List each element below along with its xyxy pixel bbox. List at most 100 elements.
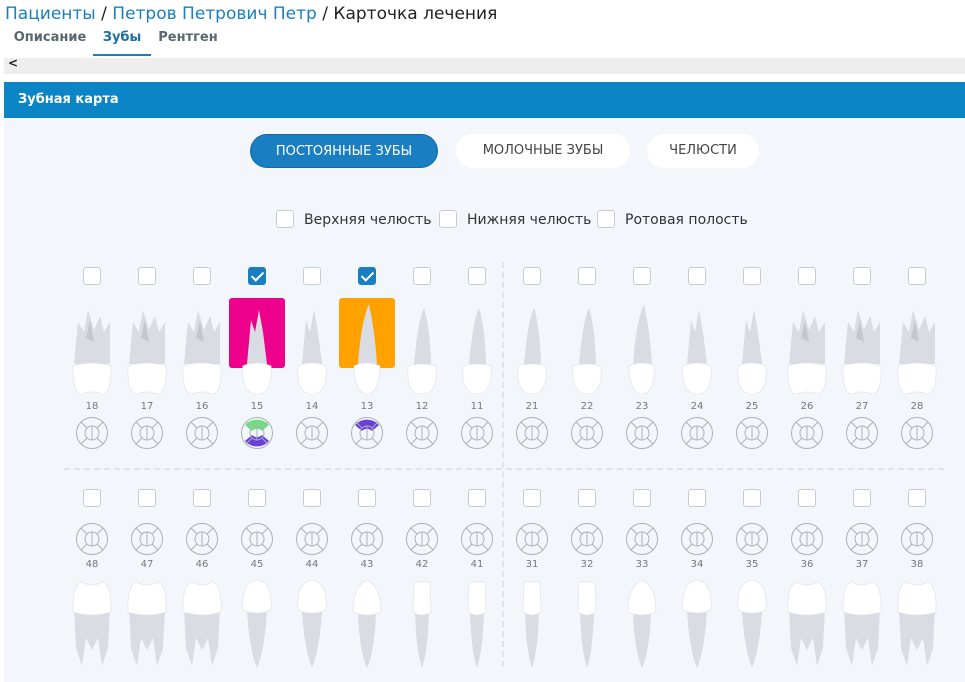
tooth-37-checkbox[interactable] <box>853 489 871 507</box>
tooth-12-surface-chart[interactable] <box>405 416 439 454</box>
tooth-37-surface-chart[interactable] <box>845 522 879 560</box>
tooth-33-checkbox[interactable] <box>633 489 651 507</box>
lower-jaw-checkbox[interactable] <box>439 210 457 228</box>
tooth-23-surface-chart[interactable] <box>625 416 659 454</box>
tooth-34[interactable] <box>675 578 719 674</box>
tooth-45[interactable] <box>235 578 279 674</box>
tooth-13[interactable] <box>345 302 389 398</box>
tooth-11-checkbox[interactable] <box>468 267 486 285</box>
tooth-14-checkbox[interactable] <box>303 267 321 285</box>
tooth-47-surface-chart[interactable] <box>130 522 164 560</box>
tooth-24-checkbox[interactable] <box>688 267 706 285</box>
tooth-26[interactable] <box>785 302 829 398</box>
tooth-41-checkbox[interactable] <box>468 489 486 507</box>
tooth-14[interactable] <box>290 302 334 398</box>
tooth-25[interactable] <box>730 302 774 398</box>
tooth-21[interactable] <box>510 302 554 398</box>
tooth-47-checkbox[interactable] <box>138 489 156 507</box>
tooth-24[interactable] <box>675 302 719 398</box>
tooth-38-surface-chart[interactable] <box>900 522 934 560</box>
tooth-28[interactable] <box>895 302 939 398</box>
upper-jaw-checkbox[interactable] <box>276 210 294 228</box>
tooth-34-surface-chart[interactable] <box>680 522 714 560</box>
tooth-46-checkbox[interactable] <box>193 489 211 507</box>
tooth-44[interactable] <box>290 578 334 674</box>
tooth-42-checkbox[interactable] <box>413 489 431 507</box>
tooth-37[interactable] <box>840 578 884 674</box>
tooth-16-surface-chart[interactable] <box>185 416 219 454</box>
permanent-teeth-button[interactable]: ПОСТОЯННЫЕ ЗУБЫ <box>250 134 438 168</box>
tooth-17[interactable] <box>125 302 169 398</box>
breadcrumb-patient-link[interactable]: Петров Петрович Петр <box>112 4 317 24</box>
tooth-47[interactable] <box>125 578 169 674</box>
tooth-17-checkbox[interactable] <box>138 267 156 285</box>
tooth-18-surface-chart[interactable] <box>75 416 109 454</box>
tooth-41[interactable] <box>455 578 499 674</box>
tooth-15[interactable] <box>235 302 279 398</box>
tooth-33-surface-chart[interactable] <box>625 522 659 560</box>
tooth-43-surface-chart[interactable] <box>350 522 384 560</box>
chevron-left-icon[interactable]: < <box>8 56 18 70</box>
tooth-36[interactable] <box>785 578 829 674</box>
tooth-42-surface-chart[interactable] <box>405 522 439 560</box>
tab-xray[interactable]: Рентген <box>154 26 222 56</box>
tooth-31-checkbox[interactable] <box>523 489 541 507</box>
tab-teeth[interactable]: Зубы <box>93 26 151 56</box>
tooth-32-checkbox[interactable] <box>578 489 596 507</box>
tooth-14-surface-chart[interactable] <box>295 416 329 454</box>
tooth-26-surface-chart[interactable] <box>790 416 824 454</box>
tooth-32-surface-chart[interactable] <box>570 522 604 560</box>
tooth-22-checkbox[interactable] <box>578 267 596 285</box>
tooth-15-checkbox[interactable] <box>248 267 266 285</box>
oral-cavity-option[interactable]: Ротовая полость <box>597 209 748 231</box>
primary-teeth-button[interactable]: МОЛОЧНЫЕ ЗУБЫ <box>456 134 630 168</box>
tooth-46-surface-chart[interactable] <box>185 522 219 560</box>
tooth-13-surface-chart[interactable] <box>350 416 384 454</box>
tooth-28-surface-chart[interactable] <box>900 416 934 454</box>
tooth-38-checkbox[interactable] <box>908 489 926 507</box>
tooth-48-checkbox[interactable] <box>83 489 101 507</box>
tooth-12[interactable] <box>400 302 444 398</box>
tooth-48[interactable] <box>70 578 114 674</box>
tooth-25-checkbox[interactable] <box>743 267 761 285</box>
tooth-42[interactable] <box>400 578 444 674</box>
tooth-32[interactable] <box>565 578 609 674</box>
horizontal-scroll-strip[interactable]: < <box>4 56 965 74</box>
tooth-22[interactable] <box>565 302 609 398</box>
tooth-21-surface-chart[interactable] <box>515 416 549 454</box>
tooth-18-checkbox[interactable] <box>83 267 101 285</box>
breadcrumb-patients-link[interactable]: Пациенты <box>5 4 96 24</box>
tooth-18[interactable] <box>70 302 114 398</box>
tooth-46[interactable] <box>180 578 224 674</box>
oral-cavity-checkbox[interactable] <box>597 210 615 228</box>
tooth-36-surface-chart[interactable] <box>790 522 824 560</box>
tooth-31-surface-chart[interactable] <box>515 522 549 560</box>
tooth-26-checkbox[interactable] <box>798 267 816 285</box>
tooth-15-surface-chart[interactable] <box>240 416 274 454</box>
tooth-44-checkbox[interactable] <box>303 489 321 507</box>
tooth-24-surface-chart[interactable] <box>680 416 714 454</box>
tooth-31[interactable] <box>510 578 554 674</box>
tooth-25-surface-chart[interactable] <box>735 416 769 454</box>
tooth-27-surface-chart[interactable] <box>845 416 879 454</box>
tooth-44-surface-chart[interactable] <box>295 522 329 560</box>
tooth-12-checkbox[interactable] <box>413 267 431 285</box>
tooth-13-checkbox[interactable] <box>358 267 376 285</box>
tooth-48-surface-chart[interactable] <box>75 522 109 560</box>
tooth-33[interactable] <box>620 578 664 674</box>
tooth-28-checkbox[interactable] <box>908 267 926 285</box>
tooth-45-surface-chart[interactable] <box>240 522 274 560</box>
upper-jaw-option[interactable]: Верхняя челюсть <box>276 209 432 231</box>
tooth-16[interactable] <box>180 302 224 398</box>
tooth-34-checkbox[interactable] <box>688 489 706 507</box>
jaws-button[interactable]: ЧЕЛЮСТИ <box>647 134 759 168</box>
tooth-11-surface-chart[interactable] <box>460 416 494 454</box>
tooth-43[interactable] <box>345 578 389 674</box>
tooth-41-surface-chart[interactable] <box>460 522 494 560</box>
lower-jaw-option[interactable]: Нижняя челюсть <box>439 209 591 231</box>
tooth-36-checkbox[interactable] <box>798 489 816 507</box>
tooth-23-checkbox[interactable] <box>633 267 651 285</box>
tooth-43-checkbox[interactable] <box>358 489 376 507</box>
tooth-16-checkbox[interactable] <box>193 267 211 285</box>
tooth-22-surface-chart[interactable] <box>570 416 604 454</box>
